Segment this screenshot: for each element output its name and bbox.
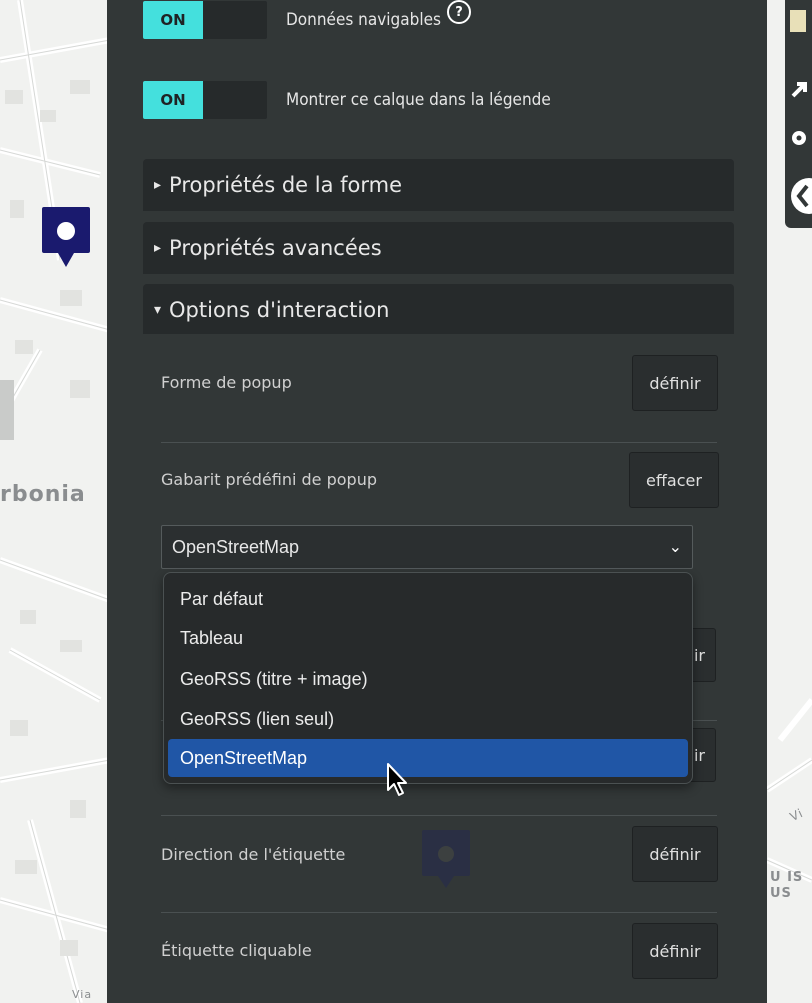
- chevron-down-icon: ⌄: [668, 539, 682, 556]
- ghost-marker-icon: [422, 830, 470, 888]
- dropdown-option-selected[interactable]: OpenStreetMap: [168, 739, 688, 777]
- toggle-on-label: ON: [143, 1, 203, 39]
- popup-shape-label: Forme de popup: [161, 373, 292, 392]
- section-title: Propriétés de la forme: [169, 173, 403, 197]
- toggle-on-label: ON: [143, 81, 203, 119]
- expand-arrow-icon: ▸: [154, 177, 162, 193]
- toggle-off-area[interactable]: [203, 1, 267, 39]
- dropdown-option[interactable]: Par défaut: [168, 580, 688, 618]
- toggle-off-area[interactable]: [203, 81, 267, 119]
- dropdown-option[interactable]: GeoRSS (titre + image): [168, 660, 688, 698]
- toolbar-icons: [790, 10, 812, 214]
- divider: [161, 442, 717, 443]
- map-toolbar: [785, 0, 812, 228]
- popup-template-label: Gabarit prédéfini de popup: [161, 470, 378, 489]
- popup-template-select[interactable]: OpenStreetMap ⌄: [161, 525, 693, 569]
- label-direction-define-button[interactable]: définir: [632, 826, 718, 882]
- section-title: Propriétés avancées: [169, 236, 382, 260]
- show-in-legend-toggle[interactable]: ON: [143, 81, 267, 119]
- map-place-label: rbonia: [0, 482, 86, 507]
- popup-template-clear-button[interactable]: effacer: [629, 452, 719, 508]
- expand-arrow-icon: ▸: [154, 240, 162, 256]
- help-icon[interactable]: ?: [446, 0, 471, 24]
- collapse-arrow-icon: ▾: [154, 302, 162, 318]
- section-title: Options d'interaction: [169, 298, 390, 322]
- clickable-label-label: Étiquette cliquable: [161, 941, 312, 960]
- popup-shape-define-button[interactable]: définir: [632, 355, 718, 411]
- dropdown-option[interactable]: GeoRSS (lien seul): [168, 700, 688, 738]
- toggle-row-legend: ON Montrer ce calque dans la légende: [143, 80, 551, 120]
- dropdown-option[interactable]: Tableau: [168, 619, 688, 657]
- browsable-data-label: Données navigables: [286, 10, 441, 30]
- map-place-label: Via: [72, 988, 93, 1001]
- show-in-legend-label: Montrer ce calque dans la légende: [286, 90, 551, 110]
- section-advanced-properties[interactable]: ▸ Propriétés avancées: [143, 222, 734, 274]
- toggle-row-browsable: ON Données navigables ?: [143, 0, 471, 40]
- clickable-label-define-button[interactable]: définir: [632, 923, 718, 979]
- section-interaction-options[interactable]: ▾ Options d'interaction: [143, 284, 734, 336]
- label-direction-label: Direction de l'étiquette: [161, 845, 346, 864]
- divider: [161, 815, 717, 816]
- popup-template-dropdown: Par défaut Tableau GeoRSS (titre + image…: [163, 572, 693, 784]
- map-thumbnail-icon: [790, 10, 806, 32]
- map-place-label: US: [770, 886, 792, 901]
- select-value: OpenStreetMap: [172, 536, 300, 557]
- mouse-cursor-icon: [387, 763, 407, 796]
- divider: [161, 912, 717, 913]
- section-shape-properties[interactable]: ▸ Propriétés de la forme: [143, 159, 734, 211]
- browsable-data-toggle[interactable]: ON: [143, 1, 267, 39]
- map-place-label: U IS: [770, 870, 804, 885]
- arrow-icon: [791, 82, 807, 98]
- map-marker-icon[interactable]: [40, 205, 92, 271]
